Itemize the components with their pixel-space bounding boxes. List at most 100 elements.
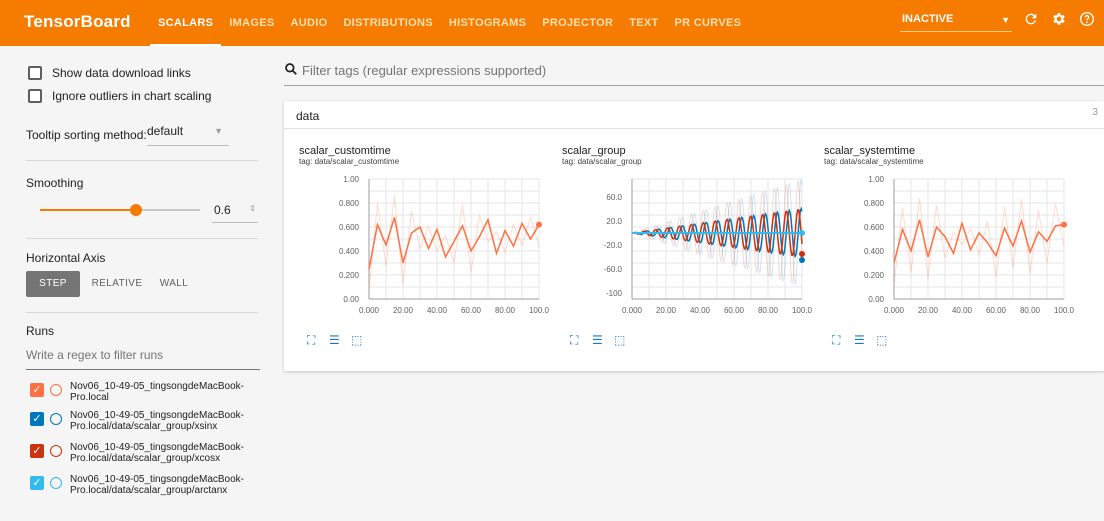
- run-item[interactable]: ✓ Nov06_10-49-05_tingsongdeMacBook-Pro.l…: [30, 442, 250, 464]
- run-item[interactable]: ✓ Nov06_10-49-05_tingsongdeMacBook-Pro.l…: [30, 410, 250, 432]
- run-item[interactable]: ✓ Nov06_10-49-05_tingsongdeMacBook-Pro.l…: [30, 474, 250, 496]
- runs-filter-input[interactable]: [26, 348, 260, 362]
- tooltip-sorting-select[interactable]: default ▼: [147, 124, 229, 146]
- inactive-dashboard-select[interactable]: INACTIVE ▼: [900, 10, 1012, 32]
- run-color-radio[interactable]: [50, 384, 62, 396]
- y-tick-label: 20.0: [606, 217, 622, 226]
- run-label: Nov06_10-49-05_tingsongdeMacBook-Pro.loc…: [70, 381, 245, 403]
- sidebar: Show data download links Ignore outliers…: [0, 46, 272, 521]
- scalar-chart-card: scalar_group tag: data/scalar_group 60.0…: [562, 145, 812, 355]
- settings-icon[interactable]: [1048, 11, 1070, 33]
- tag-group-header[interactable]: data 3: [284, 101, 1104, 129]
- horizontal-axis-title: Horizontal Axis: [26, 251, 106, 265]
- x-tick-label: 60.00: [461, 306, 482, 315]
- dashboard-tabs: SCALARS IMAGES AUDIO DISTRIBUTIONS HISTO…: [150, 0, 749, 46]
- ignore-outliers-checkbox[interactable]: [28, 89, 42, 103]
- x-tick-label: 80.00: [1020, 306, 1041, 315]
- fit-domain-icon[interactable]: ⬚: [351, 333, 362, 347]
- tab-distributions[interactable]: DISTRIBUTIONS: [335, 0, 440, 46]
- run-label: Nov06_10-49-05_tingsongdeMacBook-Pro.loc…: [70, 474, 245, 496]
- smoothing-slider-fill: [40, 209, 136, 211]
- ignore-outliers-option[interactable]: Ignore outliers in chart scaling: [28, 89, 211, 103]
- show-download-links-option[interactable]: Show data download links: [28, 66, 191, 80]
- x-tick-label: 80.00: [495, 306, 516, 315]
- tab-histograms[interactable]: HISTOGRAMS: [441, 0, 534, 46]
- tab-text[interactable]: TEXT: [621, 0, 666, 46]
- chart-tag: tag: data/scalar_customtime: [299, 157, 400, 166]
- y-tick-label: 1.00: [343, 175, 359, 184]
- axis-step-button[interactable]: STEP: [26, 271, 80, 297]
- y-tick-label: -60.0: [604, 265, 623, 274]
- divider: [26, 160, 258, 161]
- x-tick-label: 0.000: [884, 306, 905, 315]
- x-tick-label: 60.00: [986, 306, 1007, 315]
- tag-group-title: data: [296, 109, 320, 123]
- x-tick-label: 80.00: [758, 306, 779, 315]
- chart-tag: tag: data/scalar_group: [562, 157, 642, 166]
- tag-filter-input[interactable]: [302, 63, 1002, 78]
- fit-domain-icon[interactable]: ⬚: [614, 333, 625, 347]
- y-tick-label: 0.400: [339, 247, 360, 256]
- expand-icon[interactable]: ⛶: [832, 333, 840, 348]
- tag-group-count: 3: [1092, 107, 1098, 118]
- smoothing-title: Smoothing: [26, 176, 84, 190]
- tooltip-sorting-label: Tooltip sorting method:: [26, 128, 147, 142]
- toggle-log-scale-icon[interactable]: ☰: [854, 333, 865, 347]
- run-color-radio[interactable]: [50, 477, 62, 489]
- divider: [26, 312, 258, 313]
- smoothing-slider[interactable]: [40, 204, 200, 216]
- chart-plot[interactable]: 1.00 0.800 0.600 0.400 0.200 0.000.000 20.00 40…: [299, 169, 549, 329]
- tab-scalars[interactable]: SCALARS: [150, 0, 222, 46]
- run-color-radio[interactable]: [50, 445, 62, 457]
- y-tick-label: 0.00: [343, 295, 359, 304]
- tab-projector[interactable]: PROJECTOR: [534, 0, 621, 46]
- run-checkbox[interactable]: ✓: [30, 412, 44, 426]
- x-tick-label: 20.00: [393, 306, 414, 315]
- run-color-radio[interactable]: [50, 413, 62, 425]
- x-tick-label: 20.00: [656, 306, 677, 315]
- y-tick-label: 0.600: [864, 223, 885, 232]
- refresh-icon[interactable]: [1020, 11, 1042, 33]
- x-tick-label: 0.000: [359, 306, 380, 315]
- x-tick-label: 60.00: [724, 306, 745, 315]
- tag-filter-field[interactable]: [284, 60, 1104, 86]
- axis-relative-button[interactable]: RELATIVE: [86, 271, 148, 297]
- chart-title: scalar_customtime: [299, 145, 391, 157]
- toggle-log-scale-icon[interactable]: ☰: [592, 333, 603, 347]
- series-end-point: [1061, 221, 1067, 228]
- run-label: Nov06_10-49-05_tingsongdeMacBook-Pro.loc…: [70, 410, 245, 432]
- caret-down-icon: ▼: [214, 126, 223, 136]
- smoothing-slider-knob[interactable]: [130, 204, 142, 216]
- chart-title: scalar_group: [562, 145, 626, 157]
- download-links-checkbox[interactable]: [28, 66, 42, 80]
- toggle-log-scale-icon[interactable]: ☰: [329, 333, 340, 347]
- run-checkbox[interactable]: ✓: [30, 444, 44, 458]
- runs-filter-field[interactable]: [26, 348, 260, 370]
- divider: [26, 238, 258, 239]
- chart-plot[interactable]: 60.0 20.0 -20.0 -60.0 -100 0.000 20.00 40.00 60.…: [562, 169, 812, 329]
- run-item[interactable]: ✓ Nov06_10-49-05_tingsongdeMacBook-Pro.l…: [30, 381, 250, 403]
- tab-pr-curves[interactable]: PR CURVES: [667, 0, 750, 46]
- tooltip-sorting-value: default: [147, 124, 184, 138]
- x-tick-label: 0.000: [622, 306, 643, 315]
- y-tick-label: 0.800: [864, 199, 885, 208]
- run-label: Nov06_10-49-05_tingsongdeMacBook-Pro.loc…: [70, 442, 245, 464]
- help-icon[interactable]: [1076, 11, 1098, 33]
- chart-tag: tag: data/scalar_systemtime: [824, 157, 924, 166]
- y-tick-label: 1.00: [868, 175, 884, 184]
- chart-plot[interactable]: 1.00 0.800 0.600 0.400 0.200 0.000.000 20.00 40…: [824, 169, 1074, 329]
- run-checkbox[interactable]: ✓: [30, 476, 44, 490]
- x-tick-label: 40.00: [952, 306, 973, 315]
- series-end-point: [799, 251, 805, 257]
- tab-audio[interactable]: AUDIO: [282, 0, 335, 46]
- expand-icon[interactable]: ⛶: [307, 333, 315, 348]
- expand-icon[interactable]: ⛶: [570, 333, 578, 348]
- run-checkbox[interactable]: ✓: [30, 383, 44, 397]
- y-tick-label: -20.0: [604, 241, 623, 250]
- spinner-icon[interactable]: ⇕: [249, 204, 256, 213]
- top-app-bar: TensorBoard SCALARS IMAGES AUDIO DISTRIB…: [0, 0, 1104, 46]
- tab-images[interactable]: IMAGES: [221, 0, 282, 46]
- axis-wall-button[interactable]: WALL: [152, 271, 196, 297]
- smoothing-input[interactable]: 0.6 ⇕: [212, 201, 258, 223]
- fit-domain-icon[interactable]: ⬚: [876, 333, 887, 347]
